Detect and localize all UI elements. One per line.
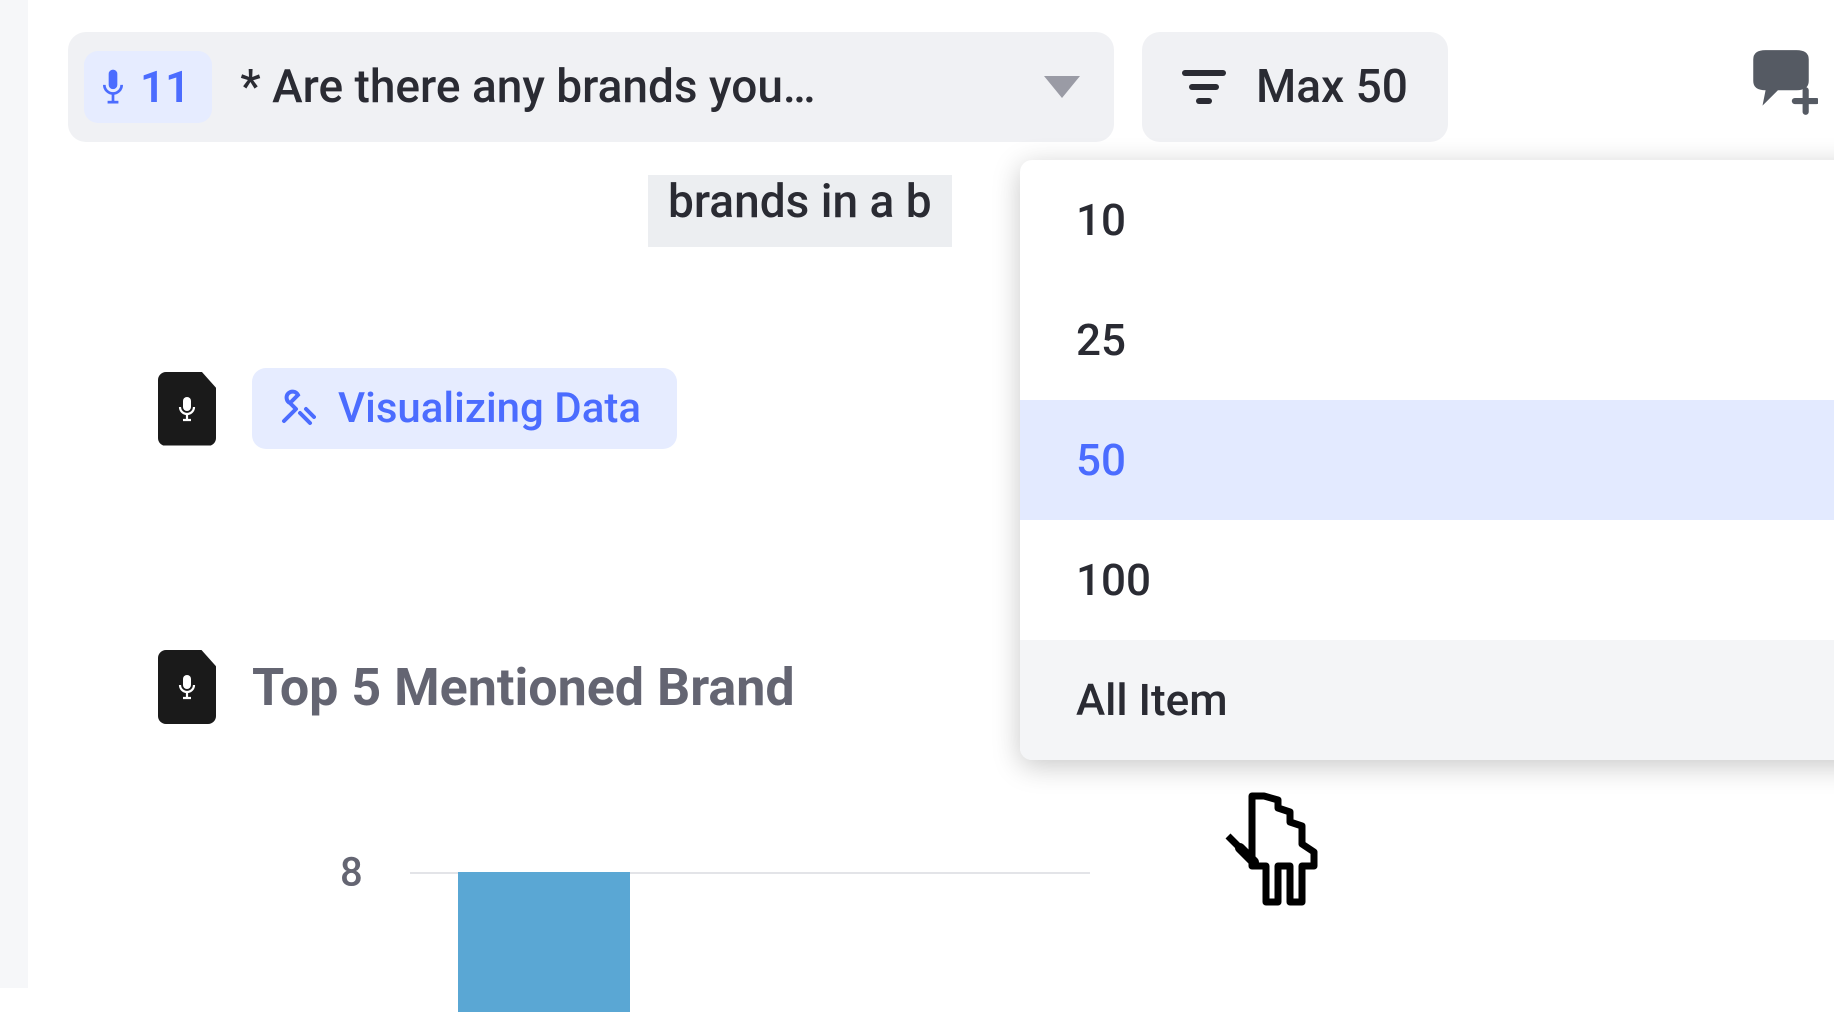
dropdown-item-100[interactable]: 100 [1020, 520, 1834, 640]
tooltip-fragment: brands in a b [648, 175, 952, 247]
chart-bar [458, 872, 630, 1012]
chevron-down-icon [1044, 76, 1080, 98]
dropdown-item-50[interactable]: 50 [1020, 400, 1834, 520]
visualizing-row: Visualizing Data [158, 368, 677, 449]
filter-icon [1182, 70, 1226, 104]
chart-header: Top 5 Mentioned Brand [158, 650, 795, 724]
tools-icon [276, 389, 316, 429]
max-items-selector[interactable]: Max 50 [1142, 32, 1448, 142]
max-items-dropdown: 10 25 50 100 All Item [1020, 160, 1834, 760]
left-gutter [0, 0, 28, 988]
doc-mic-icon [158, 650, 216, 724]
dropdown-item-all[interactable]: All Item [1020, 640, 1834, 760]
visualizing-badge[interactable]: Visualizing Data [252, 368, 677, 449]
y-tick-label: 8 [340, 849, 363, 896]
chart-title: Top 5 Mentioned Brand [252, 657, 795, 718]
doc-mic-icon [158, 372, 216, 446]
question-mic-badge: 11 [84, 51, 212, 123]
dropdown-item-25[interactable]: 25 [1020, 280, 1834, 400]
dropdown-item-10[interactable]: 10 [1020, 160, 1834, 280]
toolbar: 11 * Are there any brands you… Max 50 [68, 32, 1804, 142]
visualizing-label: Visualizing Data [338, 384, 641, 433]
mic-icon [100, 67, 126, 107]
question-number: 11 [140, 61, 190, 113]
cursor-pointer-icon [1220, 792, 1340, 922]
question-selector[interactable]: 11 * Are there any brands you… [68, 32, 1114, 142]
max-label: Max 50 [1256, 60, 1408, 114]
add-comment-icon[interactable] [1744, 44, 1818, 118]
question-text: * Are there any brands you… [240, 60, 1016, 114]
